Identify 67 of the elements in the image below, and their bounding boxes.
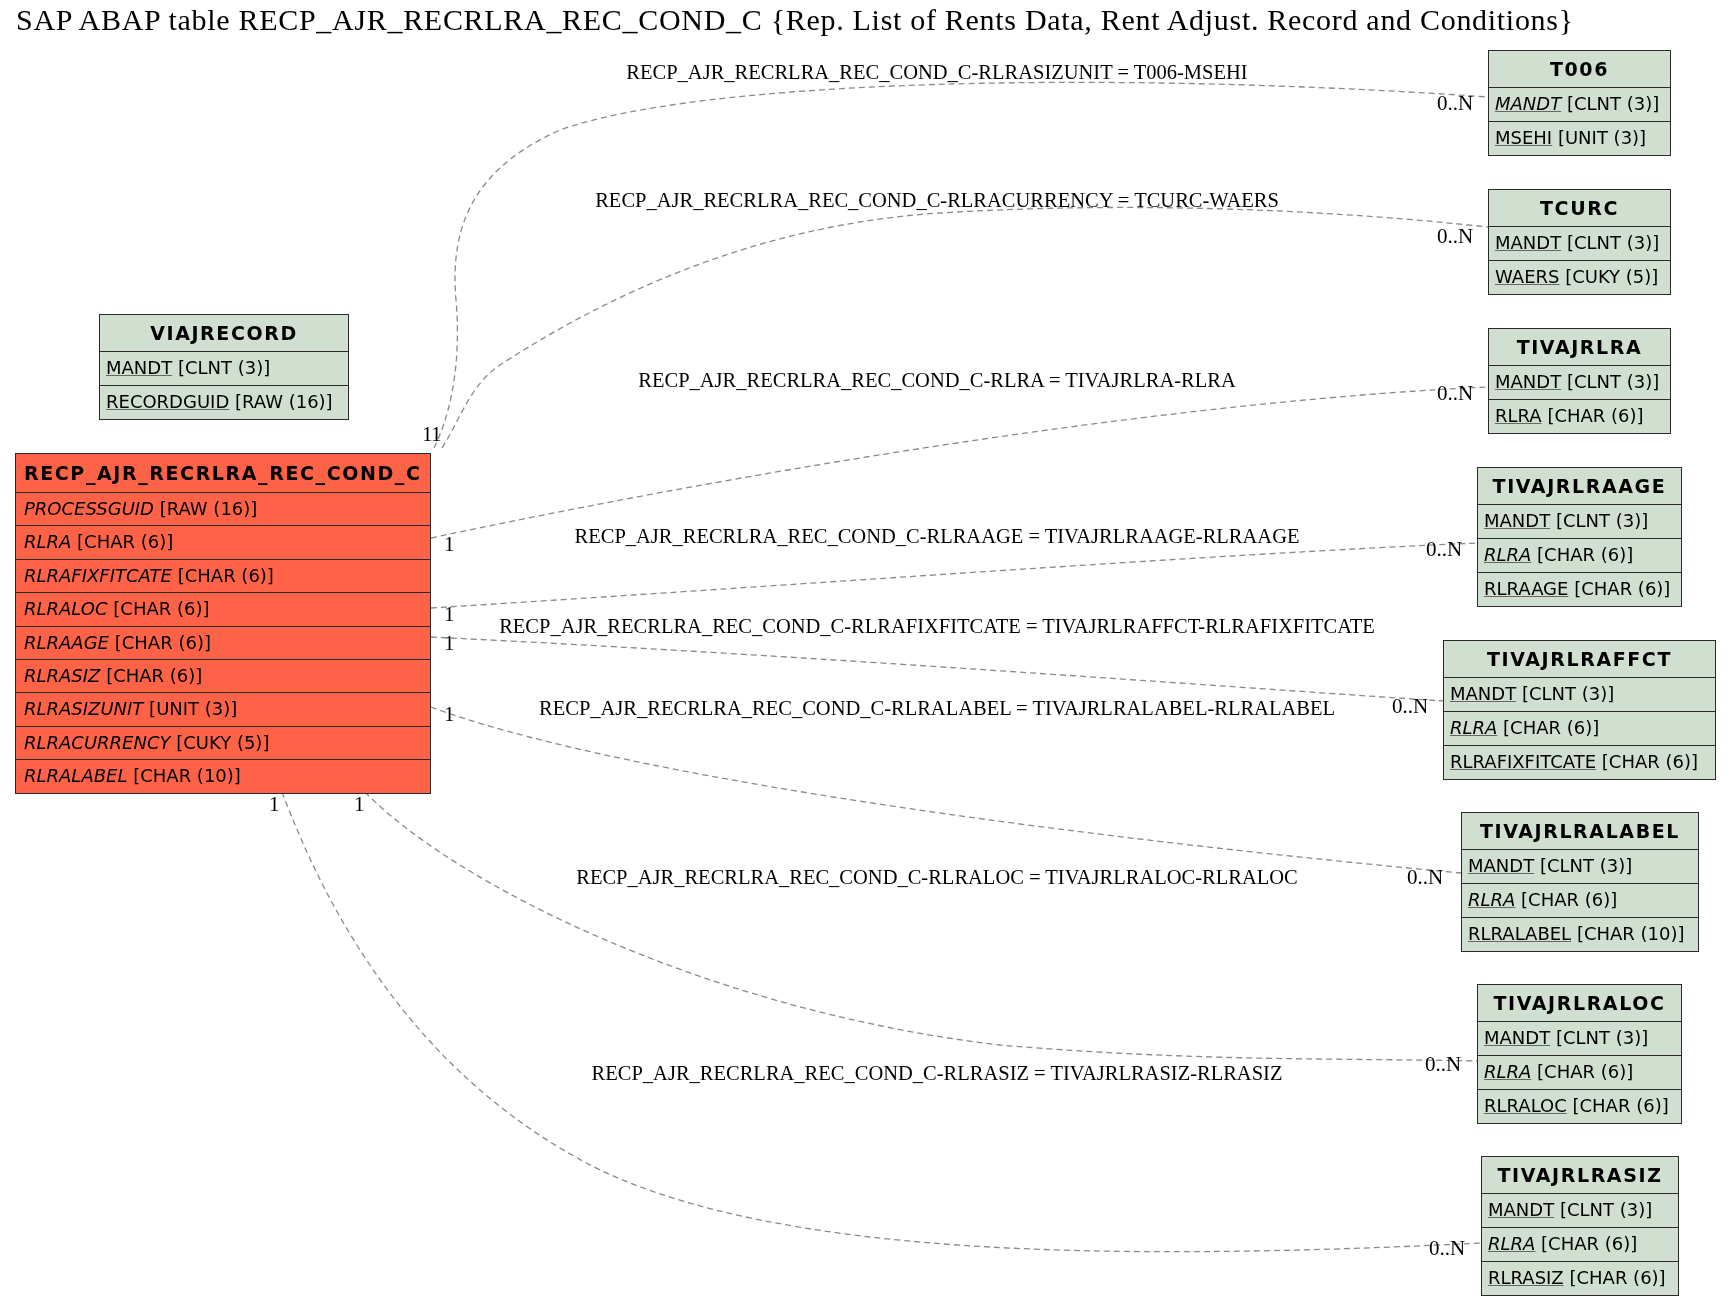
table-field: RLRASIZUNIT [UNIT (3)] — [16, 692, 430, 726]
table-field: RLRA [CHAR (6)] — [1444, 711, 1715, 745]
table-field: RLRACURRENCY [CUKY (5)] — [16, 725, 430, 760]
table-header: TIVAJRLRALOC — [1492, 991, 1667, 1016]
table-header: TIVAJRLRAFFCT — [1486, 647, 1673, 672]
table-field: PROCESSGUID [RAW (16)] — [16, 492, 430, 526]
cardinality-label: 0..N — [1426, 539, 1463, 560]
relation-label: RECP_AJR_RECRLRA_REC_COND_C-RLRACURRENCY = TCURC-WAERS — [595, 188, 1279, 212]
table-field: RLRAAGE [CHAR (6)] — [16, 625, 430, 659]
table-field: RLRALOC [CHAR (6)] — [1478, 1089, 1681, 1123]
table-header: RECP_AJR_RECRLRA_REC_COND_C — [23, 461, 423, 487]
table-field: MANDT [CLNT (3)] — [1444, 677, 1715, 711]
table-field: RLRAFIXFITCATE [CHAR (6)] — [1444, 745, 1715, 779]
table-field: MANDT [CLNT (3)] — [1489, 87, 1670, 121]
cardinality-label: 0..N — [1407, 867, 1444, 888]
table-header: VIAJRECORD — [149, 321, 299, 346]
table-field: RLRA [CHAR (6)] — [1482, 1227, 1678, 1261]
cardinality-label: 1 — [431, 424, 442, 445]
table-field: RLRA [CHAR (6)] — [1478, 538, 1681, 572]
table-field: MSEHI [UNIT (3)] — [1489, 121, 1670, 155]
cardinality-label: 0..N — [1429, 1238, 1466, 1259]
table-field: RLRALABEL [CHAR (10)] — [1462, 917, 1698, 951]
table-field: WAERS [CUKY (5)] — [1489, 260, 1670, 294]
cardinality-label: 1 — [422, 424, 433, 445]
relation-label: RECP_AJR_RECRLRA_REC_COND_C-RLRAAGE = TIVAJRLRAAGE-RLRAAGE — [574, 524, 1300, 548]
cardinality-label: 1 — [354, 794, 365, 815]
table-field: MANDT [CLNT (3)] — [1489, 365, 1670, 399]
table-field: RECORDGUID [RAW (16)] — [100, 385, 348, 419]
diagram-title: SAP ABAP table RECP_AJR_RECRLRA_REC_COND_C {Rep. List of Rents Data, Rent Adjust. Record and Conditions} — [16, 3, 1574, 37]
cardinality-label: 1 — [269, 794, 280, 815]
relation-label: RECP_AJR_RECRLRA_REC_COND_C-RLRALOC = TIVAJRLRALOC-RLRALOC — [576, 865, 1298, 889]
table-field: RLRA [CHAR (6)] — [16, 525, 430, 559]
relation-label: RECP_AJR_RECRLRA_REC_COND_C-RLRASIZUNIT = T006-MSEHI — [626, 60, 1248, 84]
table-field: RLRASIZ [CHAR (6)] — [1482, 1261, 1678, 1295]
relation-label: RECP_AJR_RECRLRA_REC_COND_C-RLRALABEL = TIVAJRLRALABEL-RLRALABEL — [539, 696, 1335, 720]
table-header: TIVAJRLRAAGE — [1491, 474, 1668, 499]
table-field: MANDT [CLNT (3)] — [1482, 1193, 1678, 1227]
cardinality-label: 1 — [444, 633, 455, 654]
table-field: RLRALOC [CHAR (6)] — [16, 592, 430, 626]
table-header: TIVAJRLRASIZ — [1496, 1163, 1664, 1188]
table-field: RLRASIZ [CHAR (6)] — [16, 658, 430, 693]
table-field: MANDT [CLNT (3)] — [1478, 1021, 1681, 1055]
table-field: MANDT [CLNT (3)] — [1462, 849, 1698, 883]
table-field: MANDT [CLNT (3)] — [100, 351, 348, 385]
cardinality-label: 0..N — [1437, 93, 1474, 114]
table-header: TCURC — [1539, 196, 1620, 221]
table-field: RLRAAGE [CHAR (6)] — [1478, 572, 1681, 606]
relation-label: RECP_AJR_RECRLRA_REC_COND_C-RLRA = TIVAJRLRA-RLRA — [638, 368, 1236, 392]
relation-label: RECP_AJR_RECRLRA_REC_COND_C-RLRASIZ = TIVAJRLRASIZ-RLRASIZ — [591, 1061, 1283, 1085]
table-header: T006 — [1549, 57, 1610, 82]
cardinality-label: 1 — [444, 534, 455, 555]
cardinality-label: 1 — [444, 604, 455, 625]
table-field: RLRAFIXFITCATE [CHAR (6)] — [16, 558, 430, 593]
cardinality-label: 0..N — [1437, 383, 1474, 404]
table-header: TIVAJRLRA — [1515, 335, 1644, 360]
table-field: RLRA [CHAR (6)] — [1489, 399, 1670, 433]
cardinality-label: 0..N — [1392, 696, 1429, 717]
cardinality-label: 0..N — [1425, 1054, 1462, 1075]
table-field: RLRA [CHAR (6)] — [1462, 883, 1698, 917]
cardinality-label: 1 — [444, 704, 455, 725]
relation-label: RECP_AJR_RECRLRA_REC_COND_C-RLRAFIXFITCATE = TIVAJRLRAFFCT-RLRAFIXFITCATE — [499, 614, 1375, 638]
table-field: MANDT [CLNT (3)] — [1478, 504, 1681, 538]
table-field: RLRALABEL [CHAR (10)] — [16, 759, 430, 793]
table-field: MANDT [CLNT (3)] — [1489, 226, 1670, 260]
cardinality-label: 0..N — [1437, 226, 1474, 247]
table-field: RLRA [CHAR (6)] — [1478, 1055, 1681, 1089]
table-header: TIVAJRLRALABEL — [1478, 819, 1682, 844]
